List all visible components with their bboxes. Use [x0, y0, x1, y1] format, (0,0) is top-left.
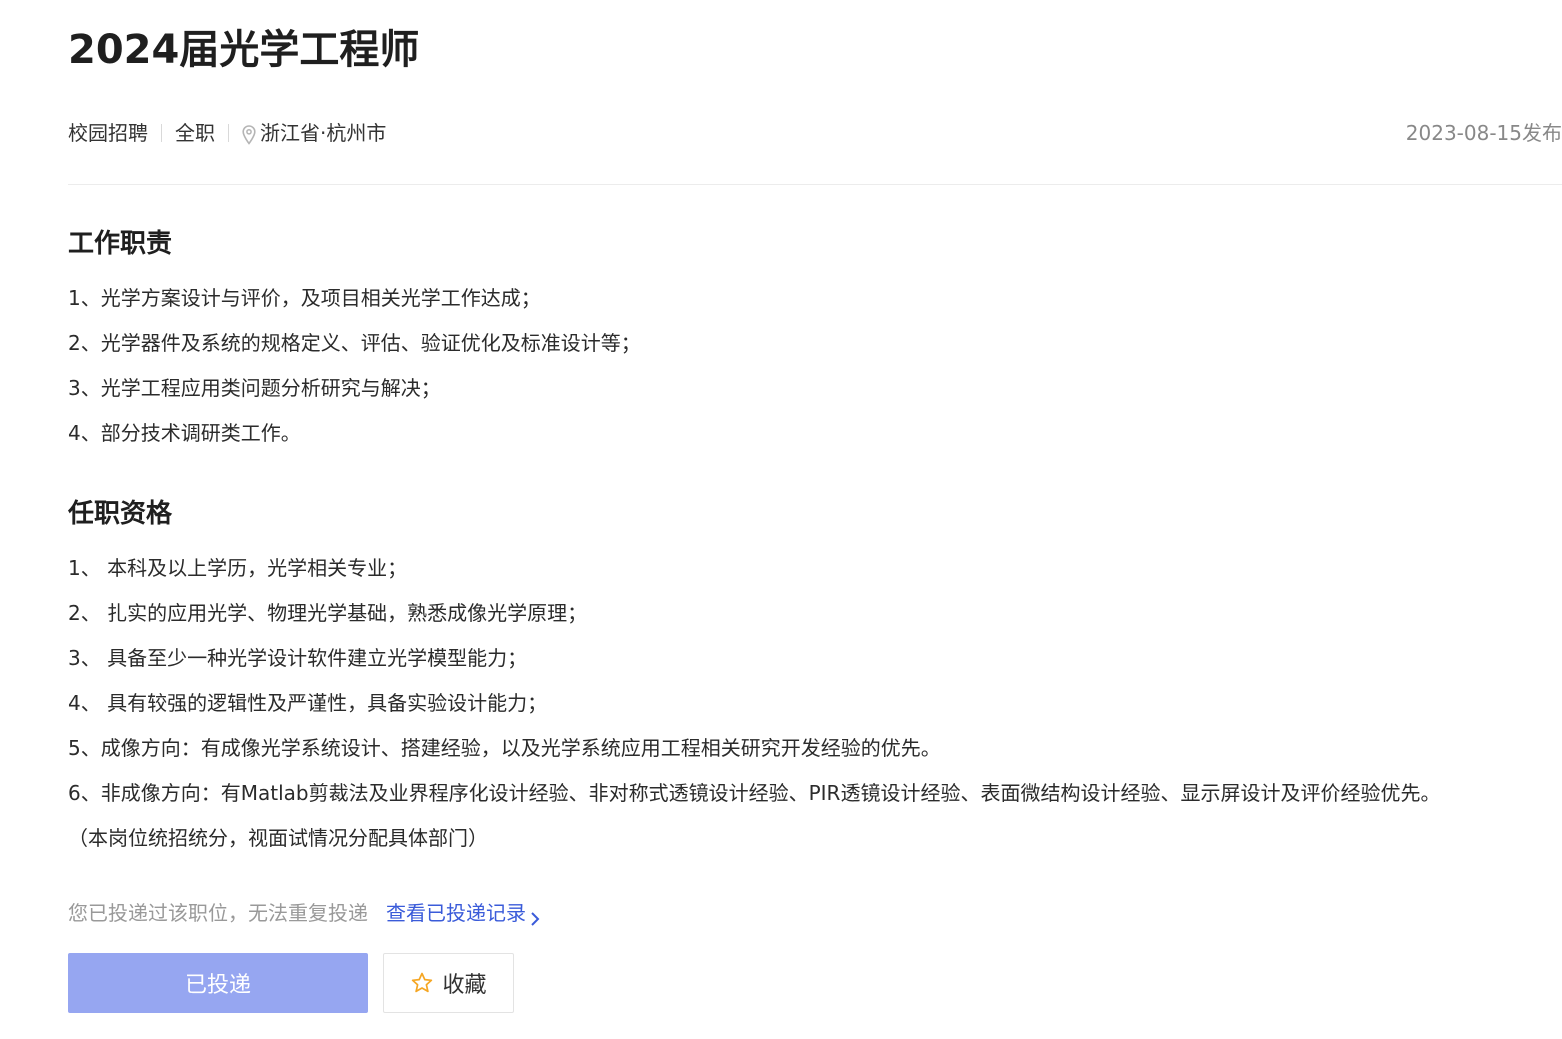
job-location: 浙江省·杭州市	[260, 121, 387, 145]
view-applied-records-label: 查看已投递记录	[386, 901, 526, 925]
list-item: 2、光学器件及系统的规格定义、评估、验证优化及标准设计等；	[68, 331, 641, 355]
list-item: 6、非成像方向：有Matlab剪裁法及业界程序化设计经验、非对称式透镜设计经验、…	[68, 781, 1441, 805]
list-item: 5、成像方向：有成像光学系统设计、搭建经验，以及光学系统应用工程相关研究开发经验…	[68, 736, 941, 760]
list-item: 1、光学方案设计与评价，及项目相关光学工作达成；	[68, 286, 541, 310]
list-item: （本岗位统招统分，视面试情况分配具体部门）	[68, 826, 488, 850]
already-applied-note: 您已投递过该职位，无法重复投递	[68, 901, 368, 925]
qualifications-heading: 任职资格	[68, 499, 173, 529]
employment-type-tag: 全职	[175, 121, 215, 145]
meta-separator	[228, 124, 229, 142]
header-divider	[68, 184, 1562, 185]
meta-separator	[161, 124, 162, 142]
location-pin-icon	[242, 123, 256, 145]
favorite-button[interactable]: 收藏	[383, 953, 514, 1013]
job-title: 2024届光学工程师	[68, 27, 420, 73]
chevron-right-icon	[530, 905, 540, 926]
responsibilities-list: 1、光学方案设计与评价，及项目相关光学工作达成； 2、光学器件及系统的规格定义、…	[68, 276, 641, 456]
apply-status-row: 您已投递过该职位，无法重复投递 查看已投递记录	[68, 898, 540, 928]
job-tags: 校园招聘 全职 浙江省·杭州市	[68, 118, 386, 148]
list-item: 1、 本科及以上学历，光学相关专业；	[68, 556, 408, 580]
list-item: 4、部分技术调研类工作。	[68, 421, 301, 445]
publish-date: 2023-08-15发布	[1405, 121, 1562, 145]
recruit-type-tag: 校园招聘	[68, 121, 148, 145]
list-item: 2、 扎实的应用光学、物理光学基础，熟悉成像光学原理；	[68, 601, 588, 625]
star-outline-icon	[410, 971, 434, 995]
job-meta-row: 校园招聘 全职 浙江省·杭州市 2023-08-15发布	[68, 118, 1562, 148]
view-applied-records-link[interactable]: 查看已投递记录	[386, 898, 540, 928]
applied-button[interactable]: 已投递	[68, 953, 368, 1013]
favorite-label: 收藏	[442, 973, 487, 998]
list-item: 3、光学工程应用类问题分析研究与解决；	[68, 376, 441, 400]
qualifications-list: 1、 本科及以上学历，光学相关专业； 2、 扎实的应用光学、物理光学基础，熟悉成…	[68, 546, 1440, 861]
list-item: 3、 具备至少一种光学设计软件建立光学模型能力；	[68, 646, 528, 670]
responsibilities-heading: 工作职责	[68, 229, 173, 259]
list-item: 4、 具有较强的逻辑性及严谨性，具备实验设计能力；	[68, 691, 548, 715]
